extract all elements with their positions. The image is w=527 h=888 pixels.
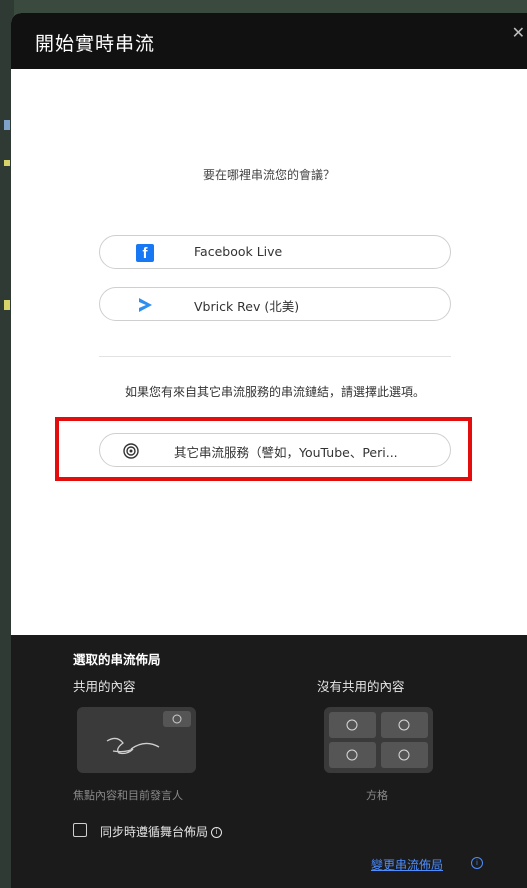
person-icon <box>346 719 358 731</box>
vbrick-rev-button[interactable]: Vbrick Rev (北美) <box>99 287 451 321</box>
streaming-dialog: 開始實時串流 ✕ 要在哪裡串流您的會議？ f Facebook Live Vbr… <box>11 13 527 888</box>
person-icon <box>346 749 358 761</box>
dialog-header: 開始實時串流 ✕ <box>11 13 527 69</box>
background-marker <box>4 300 10 310</box>
shared-layout-caption: 焦點內容和目前發言人 <box>73 789 183 802</box>
grid-tile <box>329 742 376 768</box>
vbrick-rev-label: Vbrick Rev (北美) <box>194 299 300 314</box>
grid-layout-thumbnail[interactable] <box>324 707 433 773</box>
checkbox-label-text: 同步時遵循舞台佈局 <box>100 825 209 839</box>
close-icon[interactable]: ✕ <box>512 23 525 42</box>
background-marker <box>4 120 10 130</box>
background-marker <box>4 160 10 166</box>
speaker-tile <box>163 711 191 727</box>
follow-stage-layout-checkbox[interactable] <box>73 823 87 837</box>
grid-layout-caption: 方格 <box>366 789 388 802</box>
layout-footer: 選取的串流佈局 共用的內容 沒有共用的內容 焦點內容和目前發言人 方格 同步時遵… <box>11 635 527 888</box>
facebook-live-button[interactable]: f Facebook Live <box>99 235 451 269</box>
shared-layout-thumbnail[interactable] <box>77 707 196 773</box>
person-icon <box>172 714 182 724</box>
no-shared-content-label: 沒有共用的內容 <box>317 679 405 694</box>
layout-title: 選取的串流佈局 <box>73 652 161 667</box>
highlight-box <box>55 417 472 481</box>
section-divider <box>99 356 451 357</box>
follow-stage-layout-label: 同步時遵循舞台佈局 i <box>100 823 223 840</box>
facebook-icon: f <box>136 244 154 262</box>
grid-tile <box>381 712 428 738</box>
other-service-note: 如果您有來自其它串流服務的串流鏈結，請選擇此選項。 <box>124 385 425 399</box>
person-icon <box>398 749 410 761</box>
facebook-live-label: Facebook Live <box>194 244 283 259</box>
person-icon <box>398 719 410 731</box>
shared-content-label: 共用的內容 <box>73 679 136 694</box>
info-icon[interactable]: i <box>471 857 483 869</box>
stream-question: 要在哪裡串流您的會議？ <box>202 168 335 182</box>
change-layout-link[interactable]: 變更串流佈局 <box>371 856 443 873</box>
info-icon[interactable]: i <box>211 827 223 838</box>
grid-tile <box>329 712 376 738</box>
vbrick-play-icon <box>139 298 152 312</box>
dialog-title: 開始實時串流 <box>35 33 156 55</box>
grid-tile <box>381 742 428 768</box>
